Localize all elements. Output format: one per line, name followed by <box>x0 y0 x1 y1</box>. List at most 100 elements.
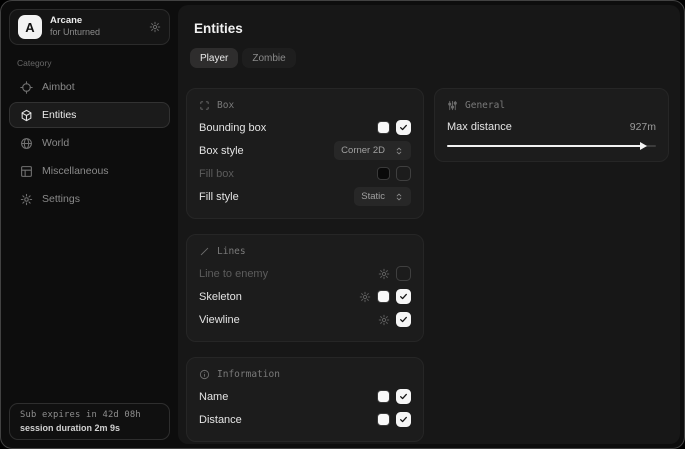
app-window: A Arcane for Unturned Category Aimbot En… <box>0 0 685 449</box>
fill-style-dropdown[interactable]: Static <box>354 187 411 206</box>
box-section-header: Box <box>199 100 411 111</box>
color-swatch[interactable] <box>377 290 390 303</box>
general-section-header: General <box>447 100 656 111</box>
subscription-info-card: Sub expires in 42d 08h session duration … <box>9 403 170 440</box>
setting-label: Max distance <box>447 121 512 133</box>
slider-thumb[interactable] <box>640 142 647 150</box>
section-title: Box <box>217 100 234 111</box>
color-swatch[interactable] <box>377 390 390 403</box>
sidebar-item-miscellaneous[interactable]: Miscellaneous <box>9 158 170 184</box>
setting-row-max-distance: Max distance 927m <box>447 116 656 137</box>
check-icon <box>399 123 408 132</box>
crosshair-icon <box>20 81 33 94</box>
section-title: General <box>465 100 505 111</box>
setting-label: Box style <box>199 145 244 157</box>
tab-zombie[interactable]: Zombie <box>242 48 295 68</box>
max-distance-slider[interactable] <box>447 141 656 151</box>
information-section-header: Information <box>199 369 411 380</box>
setting-label: Fill style <box>199 191 239 203</box>
gear-icon[interactable] <box>359 291 371 303</box>
general-section-card: General Max distance 927m <box>434 88 669 162</box>
check-icon <box>399 392 408 401</box>
dropdown-value: Corner 2D <box>341 145 385 156</box>
setting-label: Bounding box <box>199 122 266 134</box>
sidebar-item-settings[interactable]: Settings <box>9 186 170 212</box>
section-title: Lines <box>217 246 246 257</box>
check-icon <box>399 292 408 301</box>
sidebar-item-label: Miscellaneous <box>42 165 109 177</box>
setting-row-viewline: Viewline <box>199 308 411 331</box>
globe-icon <box>20 137 33 150</box>
gear-icon[interactable] <box>378 314 390 326</box>
dropdown-value: Static <box>361 191 385 202</box>
sub-expiry-text: Sub expires in 42d 08h <box>20 410 159 420</box>
cube-icon <box>20 109 33 122</box>
sidebar-item-label: Settings <box>42 193 80 205</box>
bounding-box-checkbox[interactable] <box>396 120 411 135</box>
app-header-card: A Arcane for Unturned <box>9 9 170 45</box>
distance-checkbox[interactable] <box>396 412 411 427</box>
viewline-checkbox[interactable] <box>396 312 411 327</box>
sidebar-nav: Aimbot Entities World Miscellaneous Sett… <box>9 74 170 212</box>
settings-content: Box Bounding box Box style <box>186 88 669 442</box>
app-subtitle: for Unturned <box>50 27 100 37</box>
app-title-block: Arcane for Unturned <box>50 16 100 37</box>
check-icon <box>399 315 408 324</box>
setting-row-skeleton: Skeleton <box>199 285 411 308</box>
box-style-dropdown[interactable]: Corner 2D <box>334 141 411 160</box>
chevron-up-down-icon <box>394 146 404 156</box>
setting-row-bounding-box: Bounding box <box>199 116 411 139</box>
sidebar: A Arcane for Unturned Category Aimbot En… <box>1 1 178 448</box>
sidebar-item-label: World <box>42 137 69 149</box>
setting-label: Viewline <box>199 314 240 326</box>
lines-section-header: Lines <box>199 246 411 257</box>
sidebar-item-entities[interactable]: Entities <box>9 102 170 128</box>
setting-label: Skeleton <box>199 291 242 303</box>
setting-row-box-style: Box style Corner 2D <box>199 139 411 162</box>
main-panel: Entities Player Zombie Box Bounding box <box>178 5 680 444</box>
check-icon <box>399 415 408 424</box>
fill-box-checkbox[interactable] <box>396 166 411 181</box>
info-icon <box>199 369 210 380</box>
setting-label: Line to enemy <box>199 268 268 280</box>
name-checkbox[interactable] <box>396 389 411 404</box>
setting-row-distance: Distance <box>199 408 411 431</box>
box-corners-icon <box>199 100 210 111</box>
lines-section-card: Lines Line to enemy Skeleton <box>186 234 424 342</box>
section-title: Information <box>217 369 280 380</box>
color-swatch[interactable] <box>377 121 390 134</box>
page-title: Entities <box>194 21 669 36</box>
left-column: Box Bounding box Box style <box>186 88 424 442</box>
setting-label: Distance <box>199 414 242 426</box>
right-column: General Max distance 927m <box>434 88 669 162</box>
app-name: Arcane <box>50 16 100 27</box>
setting-row-name: Name <box>199 385 411 408</box>
color-swatch[interactable] <box>377 167 390 180</box>
gear-icon[interactable] <box>378 268 390 280</box>
setting-row-fill-box: Fill box <box>199 162 411 185</box>
app-logo: A <box>18 15 42 39</box>
setting-label: Name <box>199 391 228 403</box>
entity-tabs: Player Zombie <box>190 48 669 68</box>
line-to-enemy-checkbox[interactable] <box>396 266 411 281</box>
box-section-card: Box Bounding box Box style <box>186 88 424 219</box>
sidebar-item-label: Aimbot <box>42 81 75 93</box>
session-duration-text: session duration 2m 9s <box>20 423 159 433</box>
sidebar-item-label: Entities <box>42 109 76 121</box>
max-distance-value: 927m <box>630 121 656 133</box>
skeleton-checkbox[interactable] <box>396 289 411 304</box>
slider-fill <box>447 145 641 147</box>
sidebar-item-world[interactable]: World <box>9 130 170 156</box>
sliders-icon <box>447 100 458 111</box>
gear-icon <box>20 193 33 206</box>
gear-icon[interactable] <box>149 21 161 33</box>
setting-label: Fill box <box>199 168 234 180</box>
diagonal-line-icon <box>199 246 210 257</box>
tab-player[interactable]: Player <box>190 48 238 68</box>
color-swatch[interactable] <box>377 413 390 426</box>
layout-icon <box>20 165 33 178</box>
category-label: Category <box>17 58 162 68</box>
setting-row-line-to-enemy: Line to enemy <box>199 262 411 285</box>
setting-row-fill-style: Fill style Static <box>199 185 411 208</box>
sidebar-item-aimbot[interactable]: Aimbot <box>9 74 170 100</box>
